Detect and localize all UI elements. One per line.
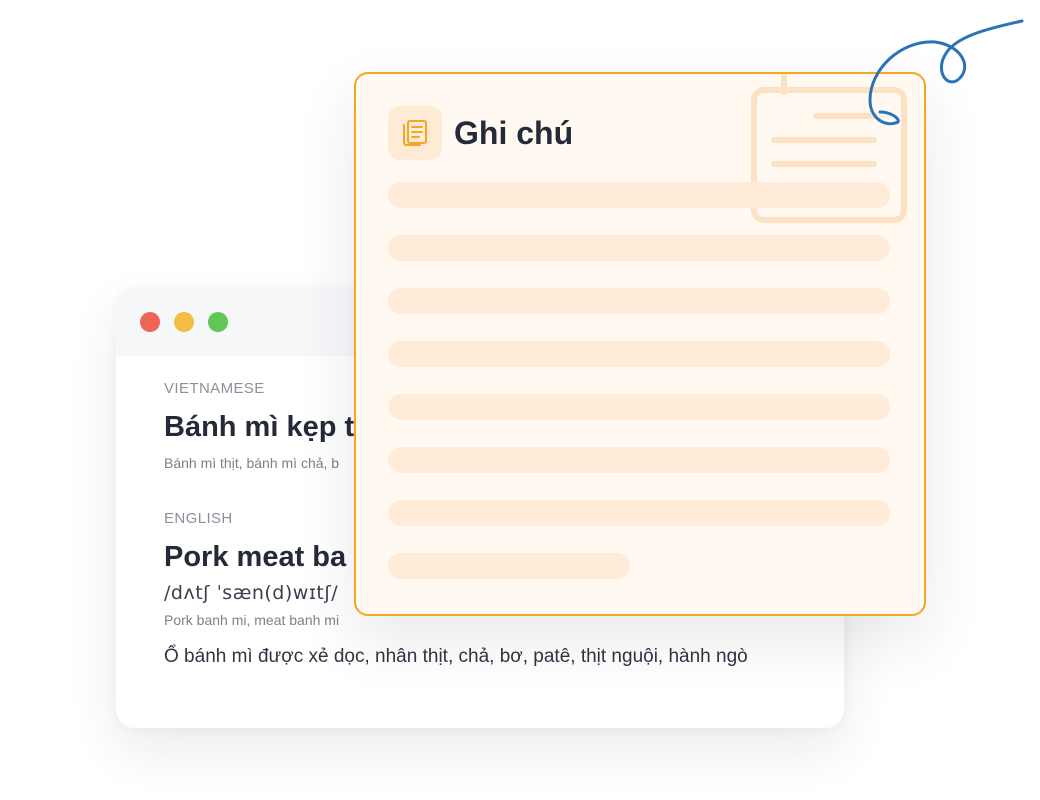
- notes-watermark-icon: [751, 74, 907, 223]
- note-placeholder-line: [388, 394, 890, 420]
- notes-icon: [388, 106, 442, 160]
- note-card[interactable]: Ghi chú: [354, 72, 926, 616]
- maximize-window-button[interactable]: [208, 312, 228, 332]
- close-window-button[interactable]: [140, 312, 160, 332]
- note-header: Ghi chú: [388, 106, 573, 160]
- note-title: Ghi chú: [454, 115, 574, 151]
- note-placeholder-line: [388, 553, 630, 579]
- note-placeholder-line: [388, 447, 890, 473]
- note-placeholder-line: [388, 288, 890, 314]
- note-placeholder-line: [388, 182, 890, 208]
- note-placeholder-line: [388, 341, 890, 367]
- stage: VIETNAMESE Bánh mì kẹp t Bánh mì thịt, b…: [0, 0, 1040, 800]
- minimize-window-button[interactable]: [174, 312, 194, 332]
- note-placeholder-line: [388, 500, 890, 526]
- note-placeholder-line: [388, 235, 890, 261]
- definition-text: Ổ bánh mì được xẻ dọc, nhân thịt, chả, b…: [164, 646, 748, 667]
